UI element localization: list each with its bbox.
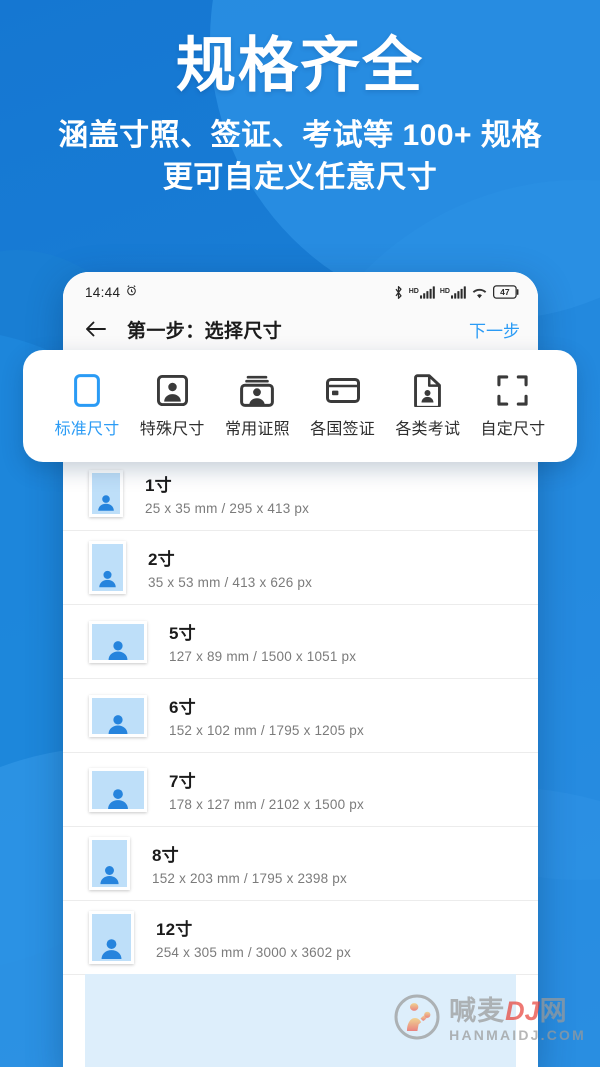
- size-row-spec: 152 x 102 mm / 1795 x 1205 px: [169, 723, 364, 738]
- size-row-text: 5寸 127 x 89 mm / 1500 x 1051 px: [169, 619, 356, 664]
- svg-text:47: 47: [500, 287, 510, 297]
- size-row-title: 6寸: [169, 698, 196, 717]
- tab-label: 自定尺寸: [480, 420, 546, 438]
- tab-1[interactable]: 标准尺寸: [45, 374, 129, 439]
- size-thumbnail-person-icon: [89, 470, 123, 517]
- next-step-button[interactable]: 下一步: [469, 317, 520, 342]
- status-bar-left: 14:44: [85, 284, 138, 300]
- portrait-badge-icon: [156, 374, 188, 408]
- status-bar-right: HD HD 47: [393, 285, 520, 300]
- size-row-title: 7寸: [169, 772, 196, 791]
- size-thumbnail-person-icon: [89, 620, 147, 663]
- signal-icon-sim2: HD: [440, 285, 466, 299]
- status-bar: 14:44 HD HD 47: [63, 272, 538, 306]
- size-list-row[interactable]: 12寸 254 x 305 mm / 3000 x 3602 px: [63, 901, 538, 975]
- size-row-text: 12寸 254 x 305 mm / 3000 x 3602 px: [156, 915, 351, 960]
- size-list-row[interactable]: 2寸 35 x 53 mm / 413 x 626 px: [63, 531, 538, 605]
- phone-outline-icon: [74, 374, 100, 408]
- app-bar: 第一步：选择尺寸 下一步: [63, 306, 538, 352]
- credit-card-icon: [325, 374, 360, 408]
- tab-6[interactable]: 自定尺寸: [471, 374, 555, 439]
- size-thumbnail-person-icon: [89, 541, 126, 594]
- tab-2[interactable]: 特殊尺寸: [130, 374, 214, 439]
- size-thumbnail-person-icon: [89, 694, 147, 737]
- alarm-clock-icon: [125, 284, 138, 300]
- promo-subtitle-line-2: 更可自定义任意尺寸: [162, 161, 438, 195]
- back-arrow-icon[interactable]: [83, 316, 109, 342]
- promo-subtitle: 涵盖寸照、签证、考试等 100+ 规格 更可自定义任意尺寸: [0, 115, 600, 200]
- size-list-row[interactable]: 1寸 25 x 35 mm / 295 x 413 px: [63, 457, 538, 531]
- tab-4[interactable]: 各国签证: [301, 374, 385, 439]
- tab-label: 特殊尺寸: [139, 420, 205, 438]
- size-row-title: 1寸: [145, 476, 172, 495]
- size-thumbnail-person-icon: [89, 767, 147, 812]
- tab-3[interactable]: 常用证照: [215, 374, 299, 439]
- bluetooth-icon: [393, 285, 404, 300]
- size-row-spec: 25 x 35 mm / 295 x 413 px: [145, 501, 310, 516]
- bottom-preview-panel: [85, 974, 516, 1067]
- status-time: 14:44: [85, 284, 121, 300]
- tab-label: 各国签证: [310, 420, 375, 438]
- size-row-spec: 178 x 127 mm / 2102 x 1500 px: [169, 797, 364, 812]
- tab-label: 常用证照: [224, 420, 290, 438]
- size-list-row[interactable]: 7寸 178 x 127 mm / 2102 x 1500 px: [63, 753, 538, 827]
- promo-title: 规格齐全: [176, 32, 424, 99]
- signal-icon-sim1: HD: [409, 285, 435, 299]
- size-list-row[interactable]: 8寸 152 x 203 mm / 1795 x 2398 px: [63, 827, 538, 901]
- category-tab-bar[interactable]: 标准尺寸 特殊尺寸 常用证照 各国签证 各类考试 自定尺寸: [23, 350, 577, 462]
- id-photo-icon: [240, 374, 275, 408]
- size-row-text: 1寸 25 x 35 mm / 295 x 413 px: [145, 471, 309, 516]
- size-thumbnail-person-icon: [89, 911, 134, 964]
- size-row-spec: 152 x 203 mm / 1795 x 2398 px: [152, 871, 347, 886]
- tab-5[interactable]: 各类考试: [386, 374, 470, 439]
- size-list-row[interactable]: 6寸 152 x 102 mm / 1795 x 1205 px: [63, 679, 538, 753]
- size-thumbnail-person-icon: [89, 837, 130, 890]
- size-row-spec: 127 x 89 mm / 1500 x 1051 px: [169, 649, 357, 664]
- tab-label: 各类考试: [395, 420, 461, 438]
- size-row-title: 12寸: [156, 920, 193, 939]
- promo-screenshot: 规格齐全 涵盖寸照、签证、考试等 100+ 规格 更可自定义任意尺寸 14:44: [0, 0, 600, 1067]
- size-row-text: 7寸 178 x 127 mm / 2102 x 1500 px: [169, 767, 364, 812]
- size-row-title: 5寸: [169, 624, 196, 643]
- battery-icon: 47: [493, 285, 520, 299]
- document-person-icon: [414, 374, 442, 408]
- wifi-icon: [471, 286, 488, 299]
- tab-label: 标准尺寸: [54, 420, 120, 438]
- promo-headline-block: 规格齐全 涵盖寸照、签证、考试等 100+ 规格 更可自定义任意尺寸: [0, 32, 600, 200]
- size-row-text: 2寸 35 x 53 mm / 413 x 626 px: [148, 545, 312, 590]
- crop-frame-icon: [497, 374, 529, 408]
- size-row-title: 8寸: [152, 846, 179, 865]
- size-row-title: 2寸: [148, 550, 175, 569]
- page-title: 第一步：选择尺寸: [127, 320, 283, 342]
- promo-subtitle-line-1: 涵盖寸照、签证、考试等 100+ 规格: [58, 118, 542, 152]
- size-list-row[interactable]: 5寸 127 x 89 mm / 1500 x 1051 px: [63, 605, 538, 679]
- size-row-text: 6寸 152 x 102 mm / 1795 x 1205 px: [169, 693, 364, 738]
- size-row-text: 8寸 152 x 203 mm / 1795 x 2398 px: [152, 841, 347, 886]
- size-row-spec: 254 x 305 mm / 3000 x 3602 px: [156, 945, 351, 960]
- size-row-spec: 35 x 53 mm / 413 x 626 px: [148, 575, 313, 590]
